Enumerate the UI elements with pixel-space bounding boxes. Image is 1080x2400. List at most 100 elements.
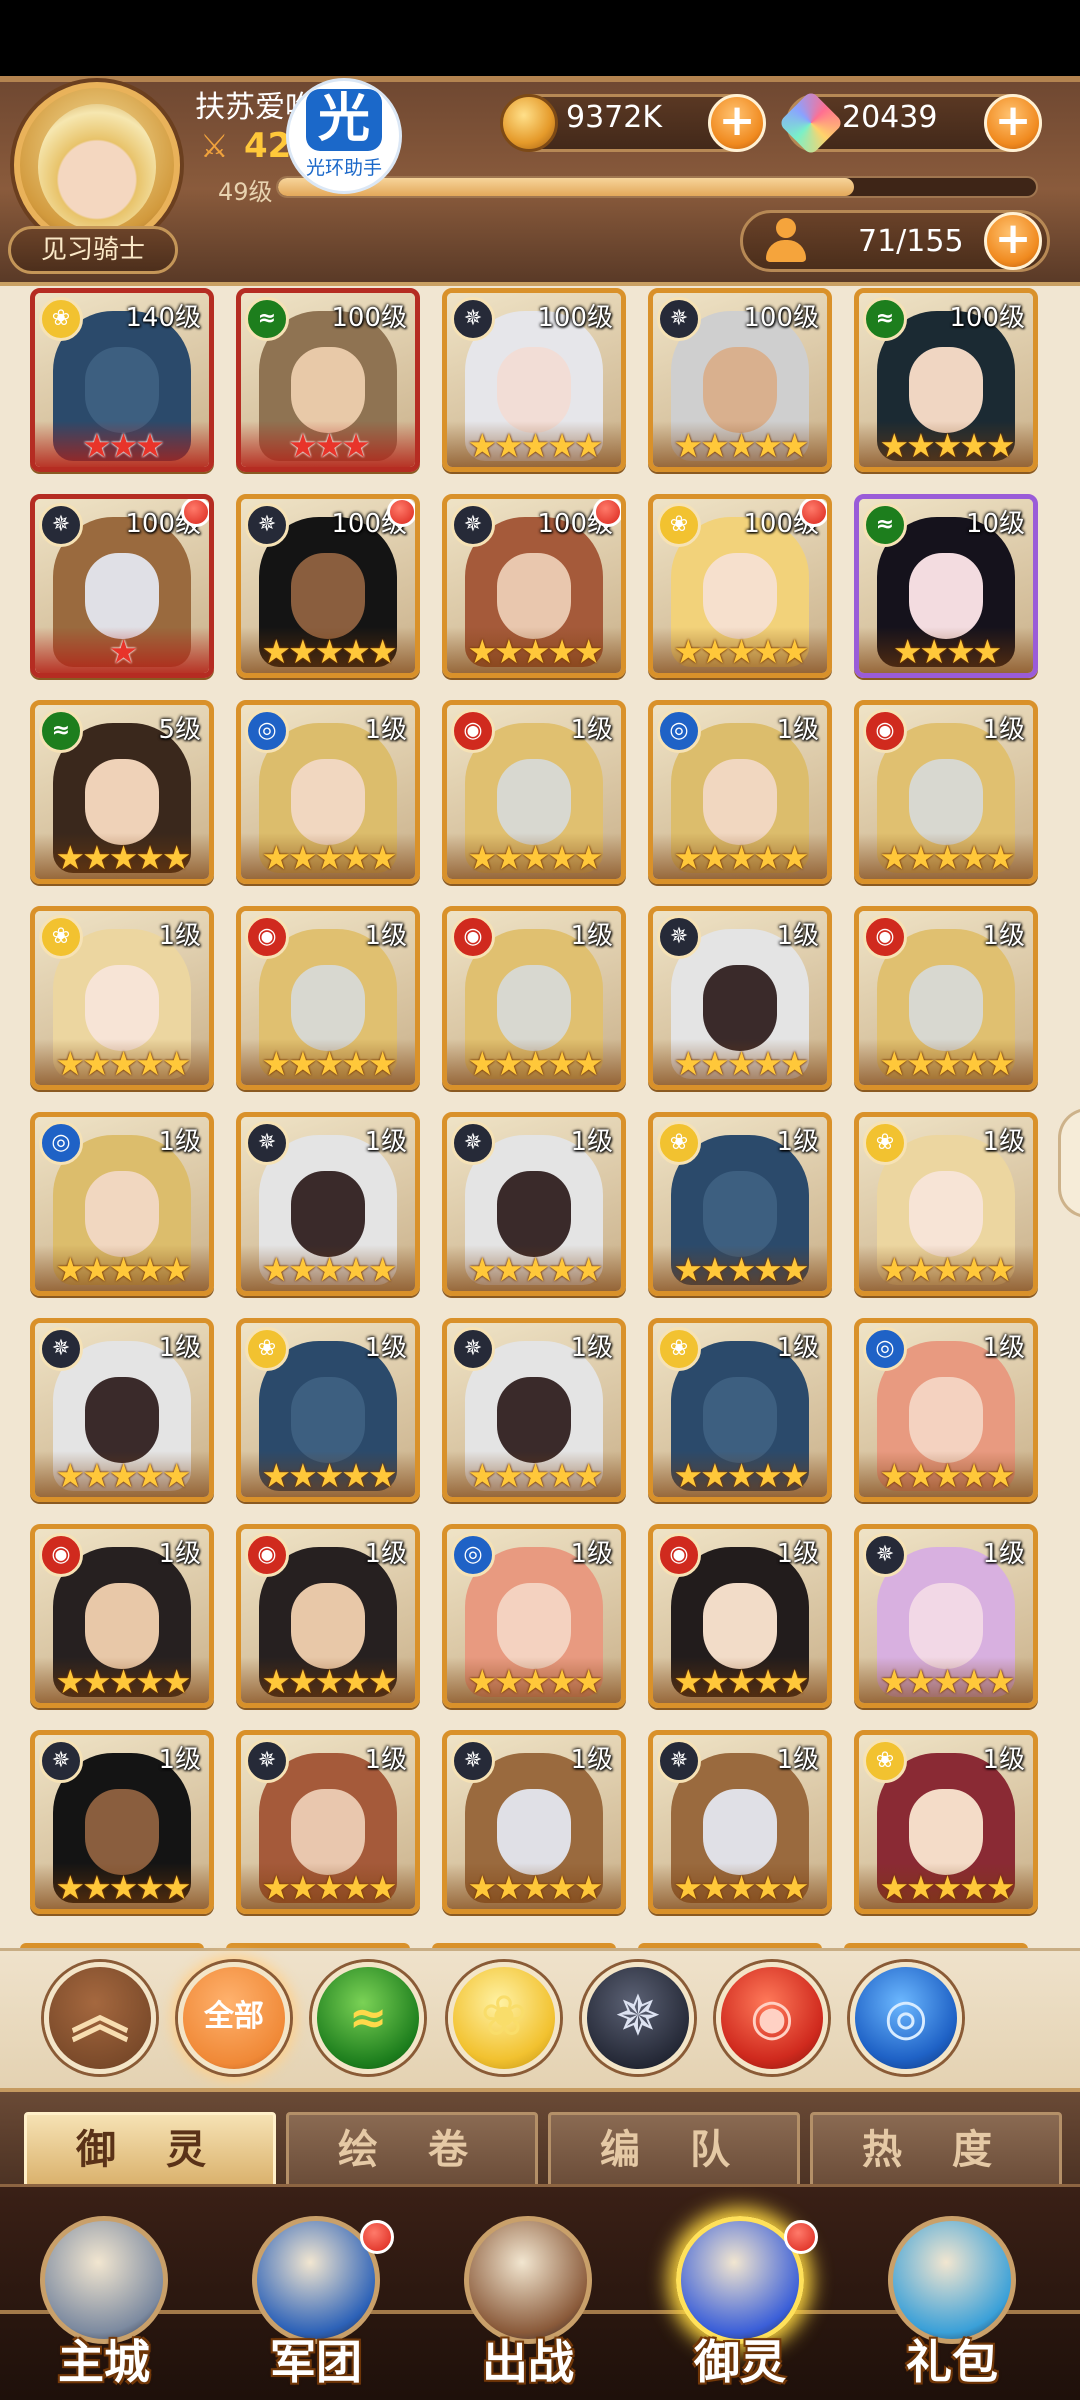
hero-card[interactable]: ✵ 1级 ★★★★★ (236, 1730, 420, 1914)
hero-card[interactable]: ❀ 1级 ★★★★★ (236, 1318, 420, 1502)
hero-card[interactable]: ❀ 1级 ★★★★★ (648, 1318, 832, 1502)
tab-formation[interactable]: 编 队 (548, 2112, 800, 2190)
light-element-icon: ❀ (39, 297, 83, 341)
hero-card[interactable]: ◉ 1级 ★★★★★ (648, 1524, 832, 1708)
hero-card[interactable]: ❀ 140级 ★★★ (30, 288, 214, 472)
star-rating: ★★★★★ (467, 1044, 604, 1083)
hero-card[interactable]: ≈100级 ★★★ (236, 288, 420, 472)
hero-level: 1级 (982, 1333, 1025, 1363)
light-element-icon: ❀ (863, 1739, 907, 1783)
hero-card[interactable]: ◉ 1级 ★★★★★ (854, 906, 1038, 1090)
star-rating: ★★★★★ (467, 1456, 604, 1495)
hero-level: 1级 (982, 1539, 1025, 1569)
tab-spirits[interactable]: 御 灵 (24, 2112, 276, 2190)
hero-card[interactable]: ✵ 100级 ★★★★★ (442, 494, 626, 678)
hero-card[interactable]: ≈10级 ★★★★ (854, 494, 1038, 678)
hero-level: 1级 (158, 1745, 201, 1775)
hero-level: 1级 (158, 1333, 201, 1363)
fire-element-icon: ◉ (657, 1533, 701, 1577)
notification-dot (387, 499, 415, 527)
hero-card[interactable]: ✵ 1级 ★★★★★ (236, 1112, 420, 1296)
filter-dark-icon[interactable]: ✵ (582, 1962, 694, 2074)
hero-card[interactable]: ≈100级 ★★★★★ (854, 288, 1038, 472)
add-gems-button[interactable]: + (984, 94, 1042, 152)
hero-card[interactable]: ✵ 100级 ★ (30, 494, 214, 678)
wind-element-icon: ≈ (863, 297, 907, 341)
hero-card[interactable]: ◉ 1级 ★★★★★ (442, 700, 626, 884)
hero-level: 1级 (570, 1539, 613, 1569)
filter-wind-icon[interactable]: ≈ (312, 1962, 424, 2074)
hero-card[interactable]: ◎ 1级 ★★★★★ (442, 1524, 626, 1708)
hero-card[interactable]: ✵ 1级 ★★★★★ (442, 1730, 626, 1914)
expand-roster-button[interactable]: + (984, 212, 1042, 270)
hero-card[interactable]: ❀ 1级 ★★★★★ (30, 906, 214, 1090)
add-gold-button[interactable]: + (708, 94, 766, 152)
water-element-icon: ◎ (39, 1121, 83, 1165)
nav-gift-pack[interactable]: 礼包 (862, 2200, 1042, 2396)
hero-card[interactable]: ◎ 1级 ★★★★★ (236, 700, 420, 884)
nav-label: 礼包 (906, 2335, 998, 2389)
dark-element-icon: ✵ (451, 503, 495, 547)
star-rating: ★★★★★ (261, 632, 398, 671)
star-rating: ★★★★★ (879, 426, 1016, 465)
star-rating: ★★★★★ (261, 1250, 398, 1289)
side-pull-tab[interactable] (1058, 1108, 1080, 1218)
hero-card[interactable]: ❀ 100级 ★★★★★ (648, 494, 832, 678)
hero-card[interactable]: ❀ 1级 ★★★★★ (854, 1112, 1038, 1296)
hero-level: 1级 (570, 1745, 613, 1775)
gold-coin-icon (500, 94, 558, 152)
nav-spirits[interactable]: 御灵 (650, 2200, 830, 2396)
hero-card[interactable]: ✵ 1级 ★★★★★ (30, 1730, 214, 1914)
hero-card[interactable]: ✵ 1级 ★★★★★ (442, 1318, 626, 1502)
dark-element-icon: ✵ (245, 503, 289, 547)
hero-card[interactable]: ✵ 100级 ★★★★★ (236, 494, 420, 678)
player-avatar[interactable] (14, 82, 180, 248)
nav-battle[interactable]: 出战 (438, 2200, 618, 2396)
nav-main-city[interactable]: 主城 (14, 2200, 194, 2396)
hero-level: 1级 (776, 1127, 819, 1157)
hero-card[interactable]: ✵ 1级 ★★★★★ (30, 1318, 214, 1502)
hero-card[interactable]: ❀ 1级 ★★★★★ (854, 1730, 1038, 1914)
filter-all-button[interactable]: 全部 (178, 1962, 290, 2074)
star-rating: ★★★★★ (879, 1868, 1016, 1907)
hero-card[interactable]: ≈5级 ★★★★★ (30, 700, 214, 884)
dark-element-icon: ✵ (451, 1121, 495, 1165)
hero-card[interactable]: ◎ 1级 ★★★★★ (30, 1112, 214, 1296)
hero-card[interactable]: ◉ 1级 ★★★★★ (236, 906, 420, 1090)
hero-card[interactable]: ◎ 1级 ★★★★★ (854, 1318, 1038, 1502)
star-rating: ★ (108, 632, 139, 671)
hero-grid: ❀ 140级 ★★★ ≈100级 ★★★ ✵ 100级 ★★★★★ ✵ 100级 ★★★★★ ≈100… (0, 288, 1080, 1938)
hero-card[interactable]: ✵ 1级 ★★★★★ (442, 1112, 626, 1296)
hero-card[interactable]: ✵ 1级 ★★★★★ (854, 1524, 1038, 1708)
star-rating: ★★★★★ (467, 1662, 604, 1701)
hero-card[interactable]: ◉ 1级 ★★★★★ (30, 1524, 214, 1708)
filter-water-icon[interactable]: ◎ (850, 1962, 962, 2074)
hero-level: 1级 (776, 715, 819, 745)
tab-scroll[interactable]: 绘 卷 (286, 2112, 538, 2190)
nav-label: 军团 (270, 2335, 362, 2389)
crossed-swords-icon: ⚔ (200, 127, 229, 165)
hero-card[interactable]: ◉ 1级 ★★★★★ (236, 1524, 420, 1708)
nav-label: 御灵 (694, 2335, 786, 2389)
hero-card[interactable]: ◉ 1级 ★★★★★ (854, 700, 1038, 884)
gold-value: 9372K (566, 100, 663, 135)
collapse-button[interactable]: ︽ (44, 1962, 156, 2074)
filter-light-icon[interactable]: ❀ (448, 1962, 560, 2074)
hero-card[interactable]: ❀ 1级 ★★★★★ (648, 1112, 832, 1296)
hero-level: 100级 (537, 303, 613, 333)
wind-element-icon: ≈ (39, 709, 83, 753)
fire-element-icon: ◉ (245, 915, 289, 959)
hero-card[interactable]: ✵ 100级 ★★★★★ (442, 288, 626, 472)
nav-label: 主城 (58, 2335, 150, 2389)
star-rating: ★★★★★ (467, 1250, 604, 1289)
filter-fire-icon[interactable]: ◉ (716, 1962, 828, 2074)
nav-legion[interactable]: 军团 (226, 2200, 406, 2396)
hero-card[interactable]: ✵ 1级 ★★★★★ (648, 906, 832, 1090)
hero-card[interactable]: ✵ 1级 ★★★★★ (648, 1730, 832, 1914)
star-rating: ★★★★★ (55, 1250, 192, 1289)
hero-level: 1级 (776, 1539, 819, 1569)
hero-card[interactable]: ◎ 1级 ★★★★★ (648, 700, 832, 884)
hero-card[interactable]: ◉ 1级 ★★★★★ (442, 906, 626, 1090)
tab-popularity[interactable]: 热 度 (810, 2112, 1062, 2190)
hero-card[interactable]: ✵ 100级 ★★★★★ (648, 288, 832, 472)
